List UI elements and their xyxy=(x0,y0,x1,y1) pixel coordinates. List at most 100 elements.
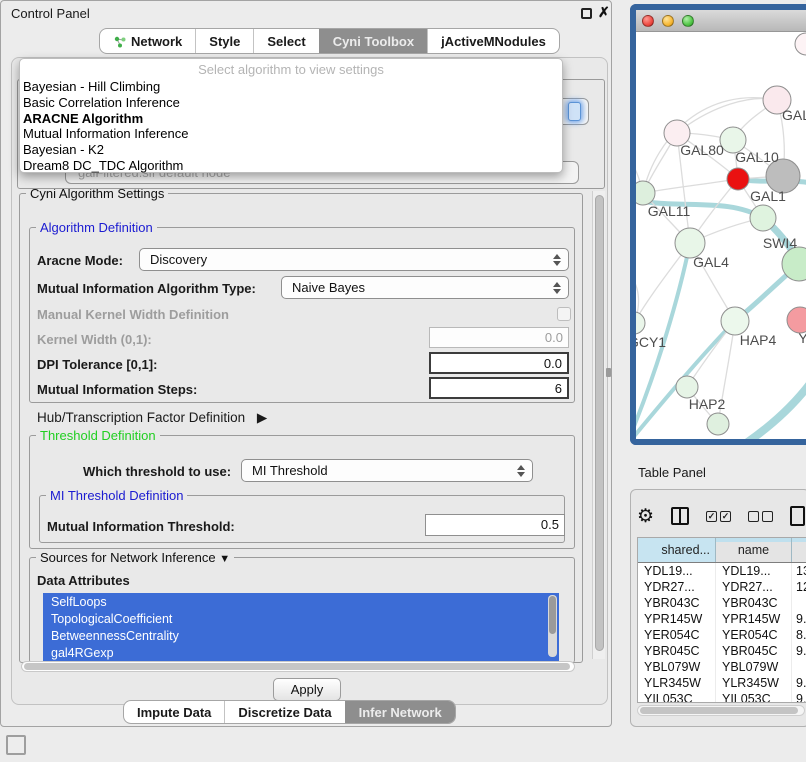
table-row[interactable]: YDL19...YDL19...13 xyxy=(638,563,806,579)
network-node-hap2[interactable] xyxy=(676,376,698,398)
table-row[interactable]: YBR045CYBR045C9. xyxy=(638,643,806,659)
manual-kernel-checkbox[interactable] xyxy=(557,307,571,321)
network-node-swi4[interactable] xyxy=(750,205,776,231)
table-row[interactable]: YPR145WYPR145W9. xyxy=(638,611,806,627)
node-label: GCY1 xyxy=(636,334,666,350)
algorithm-option[interactable]: Dream8 DC_TDC Algorithm xyxy=(23,158,183,173)
network-node-gal1[interactable] xyxy=(727,168,749,190)
aracne-mode-combobox[interactable]: Discovery xyxy=(139,248,569,271)
table-cell: 8. xyxy=(792,627,806,643)
hub-definition-toggle[interactable]: Hub/Transcription Factor Definition ▶ xyxy=(37,410,267,426)
table-row[interactable]: YBR043CYBR043C xyxy=(638,595,806,611)
settings-vertical-scrollbar[interactable] xyxy=(592,191,605,659)
algorithm-option[interactable]: Basic Correlation Inference xyxy=(23,95,180,110)
node-label: GAL1 xyxy=(750,188,786,204)
column-header[interactable] xyxy=(792,538,806,562)
unselect-all-columns-icon[interactable] xyxy=(748,511,773,522)
close-panel-icon[interactable]: ✗ xyxy=(598,4,610,21)
settings-gear-icon[interactable]: ⚙ xyxy=(637,507,654,526)
tab-select[interactable]: Select xyxy=(253,29,318,53)
table-panel-toolbar: ⚙ ✓ ✓ xyxy=(637,498,806,534)
attribute-list-item[interactable]: gal4RGexp xyxy=(43,644,559,661)
node-label: HAP4 xyxy=(740,332,777,348)
collapse-arrow-icon[interactable]: ▼ xyxy=(219,553,230,565)
tab-cyni-toolbox[interactable]: Cyni Toolbox xyxy=(319,29,427,53)
table-horizontal-scrollbar[interactable] xyxy=(637,705,805,716)
node-label: SWI4 xyxy=(763,235,797,251)
floating-panel-icon[interactable] xyxy=(6,735,26,755)
float-window-icon[interactable] xyxy=(581,8,592,19)
network-graph[interactable]: GALGAL80GAL10GAL1GAL11SWI4GAL4GCY1HAP4YH… xyxy=(636,32,806,439)
dpi-tolerance-label: DPI Tolerance [0,1]: xyxy=(37,357,157,372)
table-row[interactable]: YDR27...YDR27...12 xyxy=(638,579,806,595)
table-cell: YBR045C xyxy=(716,643,792,659)
mi-algorithm-type-combobox[interactable]: Naive Bayes xyxy=(281,276,569,299)
network-node-gcy1[interactable] xyxy=(636,312,645,334)
attribute-list-item[interactable]: BetweennessCentrality xyxy=(43,627,559,644)
expand-arrow-icon[interactable]: ▶ xyxy=(257,410,267,425)
stepper-arrows-icon[interactable] xyxy=(553,282,561,294)
stepper-arrows-icon[interactable] xyxy=(553,254,561,266)
which-threshold-combobox[interactable]: MI Threshold xyxy=(241,459,533,482)
column-header[interactable]: shared... xyxy=(638,538,716,562)
table-cell: YLR345W xyxy=(716,675,792,691)
list-vertical-scrollbar[interactable] xyxy=(548,595,557,657)
network-canvas[interactable]: GALGAL80GAL10GAL1GAL11SWI4GAL4GCY1HAP4YH… xyxy=(636,32,806,439)
combobox-focus-stepper[interactable] xyxy=(568,102,581,121)
network-node[interactable] xyxy=(707,413,729,435)
table-cell: YBL079W xyxy=(638,659,716,675)
column-header[interactable]: name xyxy=(716,538,792,562)
table-row[interactable]: YIL053CYIL053C9. xyxy=(638,691,806,703)
select-all-columns-icon[interactable]: ✓ ✓ xyxy=(706,511,731,522)
node-label: HAP2 xyxy=(689,396,726,412)
tab-style[interactable]: Style xyxy=(195,29,253,53)
minimize-button[interactable] xyxy=(662,15,674,27)
table-row[interactable]: YLR345WYLR345W9. xyxy=(638,675,806,691)
zoom-button[interactable] xyxy=(682,15,694,27)
dpi-tolerance-input[interactable]: 0.0 xyxy=(429,352,569,374)
table-panel-title: Table Panel xyxy=(638,465,706,480)
vscroll-thumb[interactable] xyxy=(595,195,604,651)
algorithm-option[interactable]: Mutual Information Inference xyxy=(23,126,188,141)
file-icon[interactable] xyxy=(790,506,805,526)
which-threshold-label: Which threshold to use: xyxy=(83,464,231,479)
table-cell: YDL19... xyxy=(638,563,716,579)
node-attribute-table[interactable]: shared...name YDL19...YDL19...13YDR27...… xyxy=(637,537,806,703)
network-node-hap4[interactable] xyxy=(721,307,749,335)
table-hscroll-thumb[interactable] xyxy=(640,707,798,714)
attribute-list-item[interactable]: SelfLoops xyxy=(43,593,559,610)
split-view-icon[interactable] xyxy=(671,507,689,525)
algorithm-option[interactable]: Bayesian - K2 xyxy=(23,142,104,157)
network-window-titlebar[interactable] xyxy=(636,10,806,32)
algorithm-option[interactable]: ARACNE Algorithm xyxy=(23,111,143,126)
algorithm-option[interactable]: Bayesian - Hill Climbing xyxy=(23,79,160,94)
control-panel-window: Control Panel ✗ NetworkStyleSelectCyni T… xyxy=(0,0,612,727)
close-button[interactable] xyxy=(642,15,654,27)
tab-infer-network[interactable]: Infer Network xyxy=(345,701,455,723)
data-attributes-list[interactable]: SelfLoopsTopologicalCoefficientBetweenne… xyxy=(43,593,559,661)
panel-splitter-handle[interactable] xyxy=(606,368,611,377)
network-node-gal11[interactable] xyxy=(636,181,655,205)
tab-impute-data[interactable]: Impute Data xyxy=(124,701,224,723)
mi-steps-input[interactable]: 6 xyxy=(429,377,569,399)
network-node[interactable] xyxy=(795,33,806,55)
attribute-list-item[interactable]: TopologicalCoefficient xyxy=(43,610,559,627)
mi-threshold-legend: MI Threshold Definition xyxy=(46,488,187,503)
list-vscroll-thumb[interactable] xyxy=(549,596,556,634)
kernel-width-input[interactable]: 0.0 xyxy=(429,327,569,348)
tab-jactivemnodules[interactable]: jActiveMNodules xyxy=(427,29,559,53)
stepper-arrows-icon[interactable] xyxy=(517,465,525,477)
tab-discretize-data[interactable]: Discretize Data xyxy=(224,701,344,723)
table-cell: YBR043C xyxy=(638,595,716,611)
tab-network[interactable]: Network xyxy=(100,29,195,53)
table-cell: 9. xyxy=(792,675,806,691)
network-edge-highlighted[interactable] xyxy=(726,381,806,439)
hscroll-thumb[interactable] xyxy=(24,663,570,670)
apply-button[interactable]: Apply xyxy=(273,678,341,701)
network-edge[interactable] xyxy=(643,179,738,193)
network-edge[interactable] xyxy=(677,98,777,133)
mi-threshold-input[interactable]: 0.5 xyxy=(425,514,565,536)
table-row[interactable]: YBL079WYBL079W xyxy=(638,659,806,675)
table-row[interactable]: YER054CYER054C8. xyxy=(638,627,806,643)
settings-horizontal-scrollbar[interactable] xyxy=(21,661,575,672)
